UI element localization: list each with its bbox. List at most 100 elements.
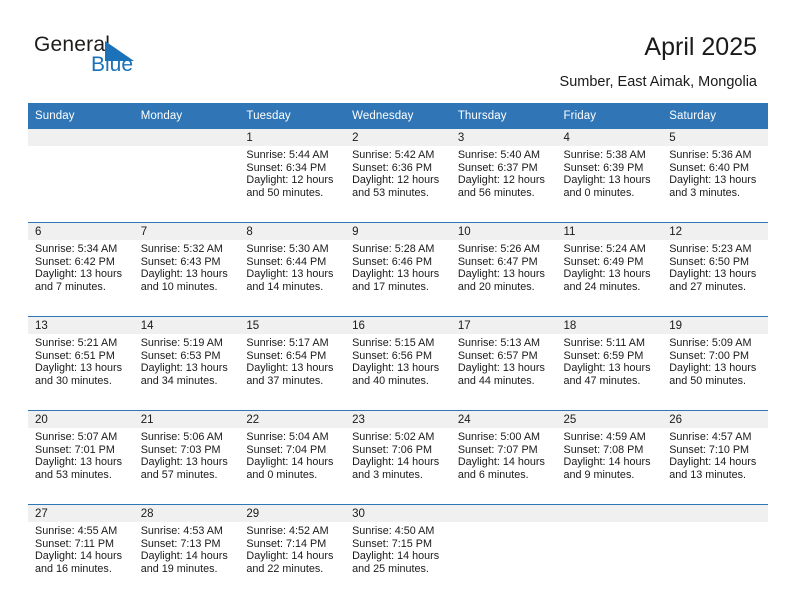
day-cell: Sunrise: 5:21 AM Sunset: 6:51 PM Dayligh… xyxy=(28,334,134,411)
daylight-text: Daylight: 14 hours and 13 minutes. xyxy=(669,456,757,481)
day-cell: Sunrise: 4:52 AM Sunset: 7:14 PM Dayligh… xyxy=(239,522,346,593)
day-cell: Sunrise: 5:24 AM Sunset: 6:49 PM Dayligh… xyxy=(556,240,663,317)
day-cell: Sunrise: 5:36 AM Sunset: 6:40 PM Dayligh… xyxy=(662,146,768,223)
day-number: 21 xyxy=(133,410,240,428)
sunrise-text: Sunrise: 4:50 AM xyxy=(352,525,435,537)
daylight-text: Daylight: 13 hours and 40 minutes. xyxy=(352,362,440,387)
sunset-text: Sunset: 6:43 PM xyxy=(140,255,221,268)
sunrise-text: Sunrise: 5:28 AM xyxy=(352,243,435,255)
day-number: 10 xyxy=(450,222,557,240)
sunset-text: Sunset: 7:01 PM xyxy=(35,443,115,456)
week-1-detail-row: Sunrise: 5:44 AM Sunset: 6:34 PM Dayligh… xyxy=(28,146,768,223)
day-cell: Sunrise: 5:19 AM Sunset: 6:53 PM Dayligh… xyxy=(133,334,240,411)
day-cell: Sunrise: 5:07 AM Sunset: 7:01 PM Dayligh… xyxy=(28,428,134,505)
day-number: 4 xyxy=(556,129,663,146)
daylight-text: Daylight: 13 hours and 0 minutes. xyxy=(563,174,651,199)
sunset-text: Sunset: 6:42 PM xyxy=(35,255,115,268)
sunset-text: Sunset: 6:57 PM xyxy=(457,349,538,362)
day-number: 12 xyxy=(662,222,768,240)
sunset-text: Sunset: 7:08 PM xyxy=(563,443,644,456)
daylight-text: Daylight: 13 hours and 24 minutes. xyxy=(563,268,651,293)
sunrise-text: Sunrise: 5:38 AM xyxy=(563,149,646,161)
sunrise-text: Sunrise: 5:40 AM xyxy=(457,149,541,161)
sunset-text: Sunset: 6:34 PM xyxy=(246,161,327,174)
day-cell: Sunrise: 5:17 AM Sunset: 6:54 PM Dayligh… xyxy=(239,334,346,411)
day-number: 18 xyxy=(556,316,663,334)
day-number: 14 xyxy=(133,316,240,334)
day-number: 7 xyxy=(133,222,240,240)
daylight-text: Daylight: 12 hours and 56 minutes. xyxy=(457,174,545,199)
day-number: 1 xyxy=(239,129,346,146)
weekday-header-tuesday: Tuesday xyxy=(239,103,346,129)
sunrise-text: Sunrise: 5:00 AM xyxy=(457,431,541,443)
day-cell xyxy=(662,522,768,593)
week-2-detail-row: Sunrise: 5:34 AM Sunset: 6:42 PM Dayligh… xyxy=(28,240,768,317)
day-cell: Sunrise: 5:23 AM Sunset: 6:50 PM Dayligh… xyxy=(662,240,768,317)
sunrise-text: Sunrise: 5:23 AM xyxy=(669,243,752,255)
day-number: 13 xyxy=(28,316,134,334)
daylight-text: Daylight: 13 hours and 37 minutes. xyxy=(246,362,334,387)
sunrise-text: Sunrise: 5:02 AM xyxy=(352,431,435,443)
day-number: 25 xyxy=(556,410,663,428)
sunset-text: Sunset: 6:39 PM xyxy=(563,161,644,174)
day-number: 11 xyxy=(556,222,663,240)
daylight-text: Daylight: 14 hours and 6 minutes. xyxy=(457,456,545,481)
sunrise-text: Sunrise: 5:06 AM xyxy=(140,431,223,443)
day-cell: Sunrise: 5:11 AM Sunset: 6:59 PM Dayligh… xyxy=(556,334,663,411)
day-cell: Sunrise: 5:00 AM Sunset: 7:07 PM Dayligh… xyxy=(450,428,557,505)
sunset-text: Sunset: 7:04 PM xyxy=(246,443,327,456)
day-cell: Sunrise: 5:02 AM Sunset: 7:06 PM Dayligh… xyxy=(345,428,451,505)
day-number: 15 xyxy=(239,316,346,334)
calendar-weekday-header: Sunday Monday Tuesday Wednesday Thursday… xyxy=(28,103,768,129)
day-number: 29 xyxy=(239,504,346,522)
sunrise-text: Sunrise: 4:57 AM xyxy=(669,431,752,443)
sunset-text: Sunset: 7:14 PM xyxy=(246,537,327,550)
day-number: 9 xyxy=(345,222,451,240)
page-title: April 2025 xyxy=(644,33,757,61)
sunset-text: Sunset: 7:10 PM xyxy=(669,443,750,456)
day-cell: Sunrise: 5:09 AM Sunset: 7:00 PM Dayligh… xyxy=(662,334,768,411)
sunset-text: Sunset: 6:49 PM xyxy=(563,255,644,268)
day-cell: Sunrise: 5:13 AM Sunset: 6:57 PM Dayligh… xyxy=(450,334,557,411)
sunrise-text: Sunrise: 5:21 AM xyxy=(35,337,118,349)
day-number: 5 xyxy=(662,129,768,146)
calendar-body: 1 2 3 4 5 Sunrise: 5:44 AM Sunset: 6:34 … xyxy=(28,129,768,593)
day-number: 8 xyxy=(239,222,346,240)
sunrise-text: Sunrise: 4:53 AM xyxy=(140,525,223,537)
day-number xyxy=(556,504,663,522)
day-cell: Sunrise: 5:38 AM Sunset: 6:39 PM Dayligh… xyxy=(556,146,663,223)
sunrise-text: Sunrise: 5:42 AM xyxy=(352,149,435,161)
day-number: 24 xyxy=(450,410,557,428)
day-cell xyxy=(450,522,557,593)
page-header: General Blue April 2025 Sumber, East Aim… xyxy=(0,0,792,100)
day-cell: Sunrise: 5:06 AM Sunset: 7:03 PM Dayligh… xyxy=(133,428,240,505)
weekday-header-row: Sunday Monday Tuesday Wednesday Thursday… xyxy=(28,103,768,129)
daylight-text: Daylight: 13 hours and 44 minutes. xyxy=(457,362,545,387)
day-cell: Sunrise: 5:15 AM Sunset: 6:56 PM Dayligh… xyxy=(345,334,451,411)
sunset-text: Sunset: 6:46 PM xyxy=(352,255,432,268)
weekday-header-thursday: Thursday xyxy=(450,103,557,129)
day-number: 16 xyxy=(345,316,451,334)
day-number: 23 xyxy=(345,410,451,428)
week-2-number-row: 6 7 8 9 10 11 12 xyxy=(28,222,768,240)
sunset-text: Sunset: 7:06 PM xyxy=(352,443,432,456)
weekday-header-sunday: Sunday xyxy=(28,103,134,129)
weekday-header-saturday: Saturday xyxy=(662,103,768,129)
week-4-number-row: 20 21 22 23 24 25 26 xyxy=(28,410,768,428)
week-5-number-row: 27 28 29 30 xyxy=(28,504,768,522)
week-1-number-row: 1 2 3 4 5 xyxy=(28,129,768,146)
day-number: 30 xyxy=(345,504,451,522)
daylight-text: Daylight: 14 hours and 3 minutes. xyxy=(352,456,440,481)
sunrise-text: Sunrise: 5:04 AM xyxy=(246,431,329,443)
day-cell: Sunrise: 4:53 AM Sunset: 7:13 PM Dayligh… xyxy=(133,522,240,593)
day-number xyxy=(450,504,557,522)
day-cell xyxy=(556,522,663,593)
daylight-text: Daylight: 13 hours and 3 minutes. xyxy=(669,174,757,199)
sunrise-text: Sunrise: 5:17 AM xyxy=(246,337,329,349)
day-cell: Sunrise: 5:28 AM Sunset: 6:46 PM Dayligh… xyxy=(345,240,451,317)
daylight-text: Daylight: 13 hours and 30 minutes. xyxy=(35,362,123,387)
daylight-text: Daylight: 13 hours and 57 minutes. xyxy=(140,456,228,481)
day-number: 26 xyxy=(662,410,768,428)
day-number: 22 xyxy=(239,410,346,428)
sunset-text: Sunset: 6:54 PM xyxy=(246,349,327,362)
